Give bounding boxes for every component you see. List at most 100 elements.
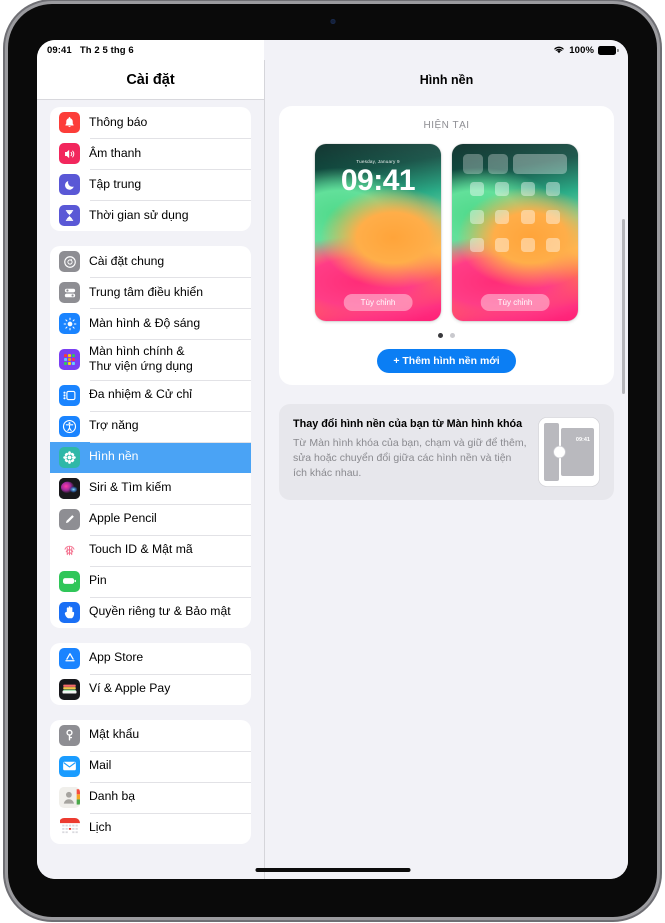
- app-icon-placeholder: [520, 210, 535, 224]
- customize-home-screen-button[interactable]: Tùy chỉnh: [480, 294, 550, 311]
- lock-screen-tip-card: Thay đổi hình nền của bạn từ Màn hình kh…: [279, 404, 614, 500]
- sidebar-item-siri-t-m-ki-m[interactable]: Siri & Tìm kiếm: [50, 473, 251, 504]
- sidebar-group-0: Thông báo Âm thanh Tập trung Thời gian sử d…: [50, 107, 251, 231]
- app-icon-placeholder: [546, 182, 561, 196]
- sidebar-item-t-p-trung[interactable]: Tập trung: [50, 169, 251, 200]
- widget-placeholder-wide: [513, 154, 567, 174]
- app-icon-placeholder: [520, 238, 535, 252]
- control-center-icon: [59, 282, 80, 303]
- page-dot[interactable]: [450, 333, 455, 338]
- focus-moon-icon: [59, 174, 80, 195]
- sound-speaker-icon: [59, 143, 80, 164]
- sidebar-item-label: Cài đặt chung: [89, 253, 165, 268]
- app-icon-placeholder: [495, 238, 510, 252]
- sidebar-item-m-thanh[interactable]: Âm thanh: [50, 138, 251, 169]
- battery-icon: [59, 570, 80, 592]
- lock-screen-time: 09:41: [340, 164, 416, 197]
- home-screen-widgets: [463, 154, 567, 174]
- add-new-wallpaper-button[interactable]: + Thêm hình nền mới: [377, 349, 516, 373]
- sidebar-item-th-ng-b-o[interactable]: Thông báo: [50, 107, 251, 138]
- sidebar-item-quy-n-ri-ng-t-b-o-m-t[interactable]: Quyền riêng tư & Bảo mật: [50, 596, 251, 628]
- sidebar-item-label: Ví & Apple Pay: [89, 681, 171, 696]
- wallpaper-icon: [59, 446, 80, 468]
- sidebar-item-label: Touch ID & Mật mã: [89, 542, 193, 557]
- app-icon-placeholder: [520, 182, 535, 196]
- sidebar-item-touch-id-m-t-m[interactable]: Touch ID & Mật mã: [50, 534, 251, 566]
- sidebar-group-3: Mật khẩu Mail Danh bạ Lịch: [50, 719, 251, 844]
- multitasking-gestures-icon: [59, 384, 80, 406]
- contacts-icon: [59, 786, 80, 808]
- sidebar-item-label: Hình nền: [89, 449, 139, 464]
- vertical-scrollbar[interactable]: [622, 219, 625, 394]
- lock-screen-preview[interactable]: Tuesday, January 9 09:41 Tùy chỉnh: [315, 144, 441, 321]
- app-icon-placeholder: [469, 182, 484, 196]
- home-screen-preview[interactable]: Tùy chỉnh: [452, 144, 578, 321]
- home-indicator[interactable]: [255, 868, 410, 872]
- accessibility-icon: [59, 415, 80, 437]
- detail-scroll-area[interactable]: HIỆN TẠI Tuesday, January 9 09:41 Tùy ch…: [265, 99, 628, 879]
- sidebar-item-h-nh-n-n[interactable]: Hình nền: [50, 441, 251, 473]
- settings-sidebar: Cài đặt Thông báo Âm thanh Tập trung Thời g…: [37, 60, 264, 879]
- sidebar-item-label: Thời gian sử dụng: [89, 207, 189, 222]
- app-store-icon: [59, 647, 80, 669]
- widget-placeholder: [463, 154, 483, 174]
- sidebar-item-th-i-gian-s-d-ng[interactable]: Thời gian sử dụng: [50, 200, 251, 231]
- status-bar: 09:41 Th 2 5 thg 6 100%: [37, 40, 628, 60]
- sidebar-item-tr-n-ng[interactable]: Trợ năng: [50, 410, 251, 442]
- sidebar-item-mail[interactable]: Mail: [50, 750, 251, 782]
- status-bar-spacer: [264, 40, 554, 60]
- sidebar-item-label: App Store: [89, 650, 144, 665]
- screen-time-hourglass-icon: [59, 205, 80, 226]
- display-brightness-icon: [59, 313, 80, 334]
- sidebar-item-label: Lịch: [89, 820, 112, 835]
- sidebar-item-m-n-h-nh-ch-nh-th-vi-n-ng-d-ng[interactable]: Màn hình chính & Thư viện ứng dụng: [50, 339, 251, 380]
- sidebar-item-app-store[interactable]: App Store: [50, 643, 251, 674]
- current-wallpaper-card: HIỆN TẠI Tuesday, January 9 09:41 Tùy ch…: [279, 106, 614, 385]
- calendar-icon: [59, 817, 80, 839]
- page-dot[interactable]: [438, 333, 443, 338]
- page-indicator[interactable]: [279, 333, 614, 338]
- sidebar-group-1: Cài đặt chung Trung tâm điều khiển Màn hìn…: [50, 246, 251, 628]
- sidebar-item-apple-pencil[interactable]: Apple Pencil: [50, 503, 251, 535]
- wifi-icon: [553, 41, 565, 59]
- sidebar-header: Cài đặt: [37, 60, 264, 100]
- battery-percent-label: 100%: [569, 44, 594, 56]
- privacy-hand-icon: [59, 601, 80, 623]
- mail-icon: [59, 755, 80, 777]
- tip-figure-time: 09:41: [575, 437, 590, 443]
- sidebar-item-label: Apple Pencil: [89, 511, 157, 526]
- touch-id-icon: [59, 539, 80, 561]
- sidebar-item-label: Âm thanh: [89, 145, 142, 160]
- split-view: Cài đặt Thông báo Âm thanh Tập trung Thời g…: [37, 60, 628, 879]
- sidebar-item-label: Tập trung: [89, 176, 142, 191]
- sidebar-item-m-n-h-nh-s-ng[interactable]: Màn hình & Độ sáng: [50, 308, 251, 339]
- detail-title: Hình nền: [419, 72, 474, 87]
- sidebar-item-a-nhi-m-c-ch[interactable]: Đa nhiệm & Cử chỉ: [50, 379, 251, 411]
- sidebar-item-v-apple-pay[interactable]: Ví & Apple Pay: [50, 673, 251, 705]
- sidebar-item-pin[interactable]: Pin: [50, 565, 251, 597]
- home-screen-app-grid: [464, 182, 566, 252]
- sidebar-item-label: Quyền riêng tư & Bảo mật: [89, 604, 231, 619]
- sidebar-scroll-area[interactable]: Thông báo Âm thanh Tập trung Thời gian sử d…: [37, 100, 264, 879]
- sidebar-item-trung-t-m-i-u-khi-n[interactable]: Trung tâm điều khiển: [50, 277, 251, 308]
- app-icon-placeholder: [495, 182, 510, 196]
- wallpaper-previews: Tuesday, January 9 09:41 Tùy chỉnh Tùy c…: [279, 144, 614, 321]
- sidebar-item-l-ch[interactable]: Lịch: [50, 812, 251, 844]
- sidebar-item-label: Trung tâm điều khiển: [89, 284, 204, 299]
- wallet-icon: [59, 678, 80, 700]
- sidebar-item-m-t-kh-u[interactable]: Mật khẩu: [50, 720, 251, 751]
- sidebar-item-c-i-t-chung[interactable]: Cài đặt chung: [50, 246, 251, 277]
- sidebar-item-danh-b[interactable]: Danh bạ: [50, 781, 251, 813]
- current-section-label: HIỆN TẠI: [423, 120, 470, 131]
- general-gear-icon: [59, 251, 80, 272]
- tip-figure-right-panel: [561, 428, 594, 476]
- app-icon-placeholder: [469, 238, 484, 252]
- ipad-device-frame: 09:41 Th 2 5 thg 6 100% Cài đặt Thông bá…: [8, 4, 657, 917]
- widget-placeholder: [488, 154, 508, 174]
- sidebar-item-label: Trợ năng: [89, 418, 139, 433]
- tip-illustration: 09:41: [538, 417, 600, 487]
- customize-lock-screen-button[interactable]: Tùy chỉnh: [343, 294, 413, 311]
- sidebar-item-label: Siri & Tìm kiếm: [89, 480, 172, 495]
- sidebar-group-2: App Store Ví & Apple Pay: [50, 642, 251, 705]
- wallpaper-detail-pane: Hình nền HIỆN TẠI Tuesday, January 9 09:…: [264, 60, 628, 879]
